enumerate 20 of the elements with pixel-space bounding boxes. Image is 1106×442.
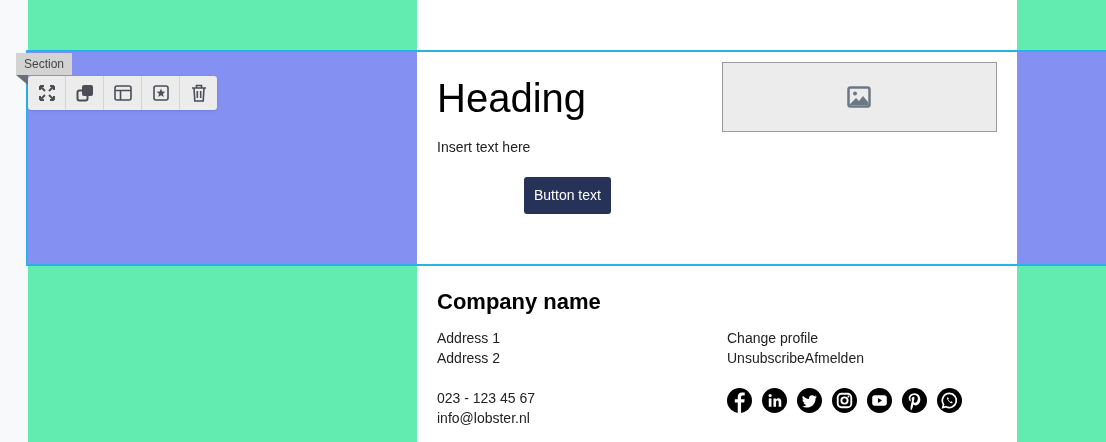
address-line: Address 2 bbox=[437, 349, 501, 368]
company-name: Company name bbox=[437, 288, 602, 316]
contact-line: 023 - 123 45 67 bbox=[437, 389, 536, 408]
address-line: Address 1 bbox=[437, 329, 501, 348]
footer-link[interactable]: Change profile bbox=[727, 328, 819, 348]
twitter-icon[interactable] bbox=[797, 388, 822, 413]
footer-link[interactable]: UnsubscribeAfmelden bbox=[727, 348, 864, 368]
contact-line: info@lobster.nl bbox=[437, 409, 530, 428]
pinterest-icon[interactable] bbox=[902, 388, 927, 413]
whatsapp-icon[interactable] bbox=[937, 388, 962, 413]
linkedin-icon[interactable] bbox=[762, 388, 787, 413]
facebook-icon[interactable] bbox=[727, 388, 752, 413]
cta-button[interactable]: Button text bbox=[524, 177, 611, 214]
instagram-icon[interactable] bbox=[832, 388, 857, 413]
image-icon bbox=[847, 86, 872, 108]
section-label: Section bbox=[16, 53, 73, 75]
heading: Heading bbox=[437, 75, 587, 122]
youtube-icon[interactable] bbox=[867, 388, 892, 413]
label-pointer-icon bbox=[16, 75, 28, 85]
body-text: Insert text here bbox=[437, 138, 532, 157]
